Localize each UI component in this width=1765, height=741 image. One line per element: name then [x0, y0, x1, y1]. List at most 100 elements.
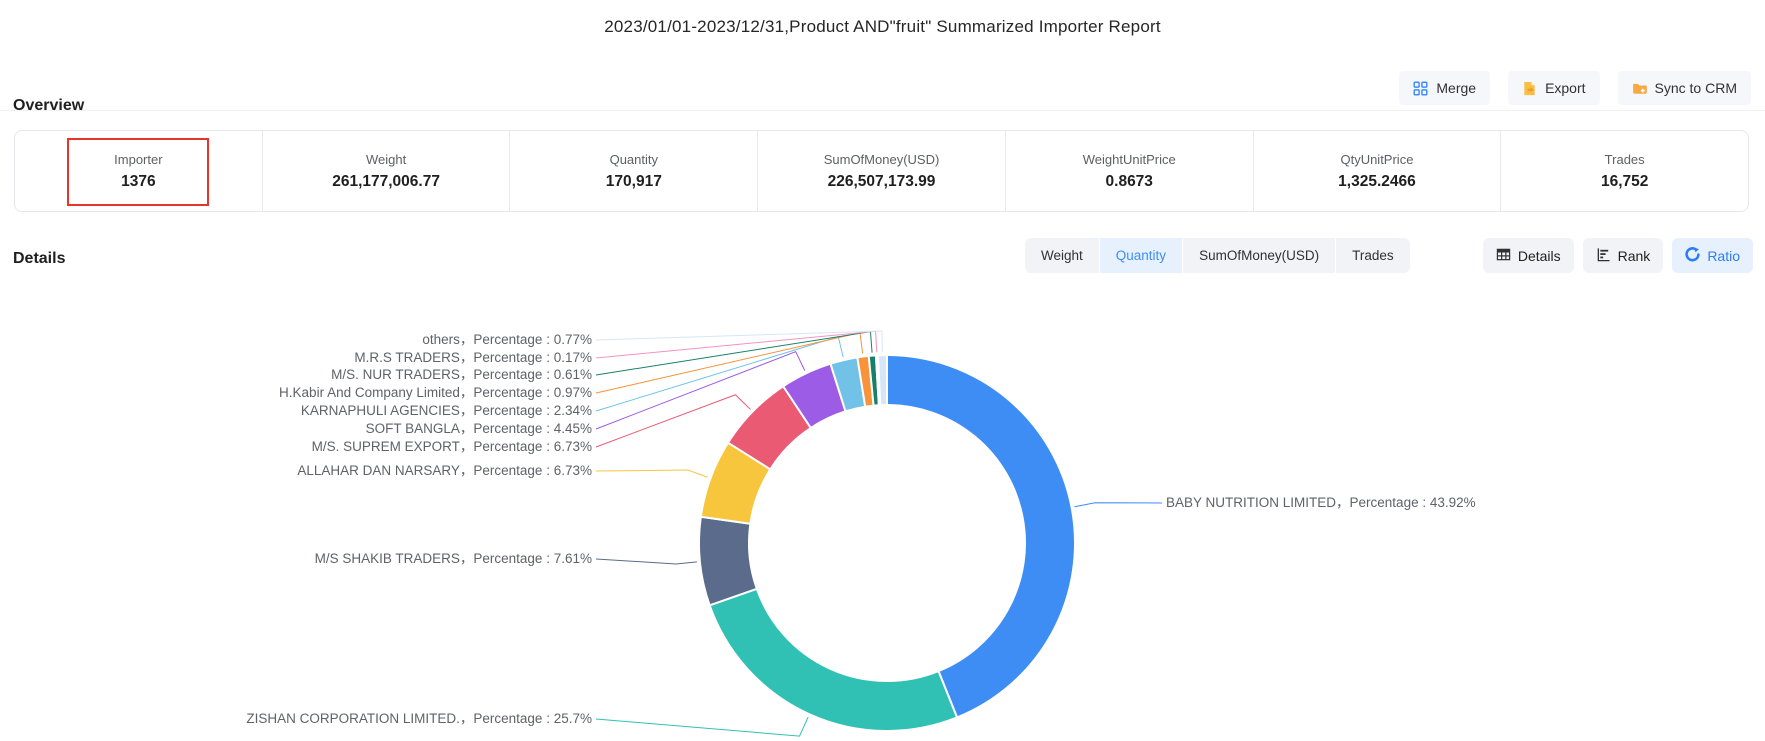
tab-label: Quantity [1116, 248, 1166, 263]
pie-label-name: ZISHAN CORPORATION LIMITED. [246, 711, 460, 726]
tab-label: Weight [1041, 248, 1083, 263]
stat-sumofmoney-usd: SumOfMoney(USD) 226,507,173.99 [758, 131, 1006, 211]
pie-label-separator: ， [460, 385, 474, 400]
pie-label-suffix: % [580, 421, 592, 436]
pie-label-baby-nutrition-limited: BABY NUTRITION LIMITED，Percentage : 43.9… [1166, 494, 1476, 512]
pie-leader-line [596, 717, 808, 736]
pie-label-suffix: % [1464, 495, 1476, 510]
view-button-label: Details [1518, 248, 1561, 264]
pie-leader-line [596, 395, 750, 447]
export-button[interactable]: Export [1508, 71, 1599, 105]
pie-label-separator: ， [460, 439, 474, 454]
overview-card: Importer 1376 Weight 261,177,006.77 Quantity… [14, 130, 1749, 212]
tab-trades[interactable]: Trades [1336, 238, 1410, 273]
pie-label-prefix: Percentage : [473, 711, 553, 726]
pie-label-separator: ， [460, 350, 474, 365]
pie-label-value: 0.17 [554, 350, 580, 365]
pie-label-h-kabir-and-company-limited: H.Kabir And Company Limited，Percentage :… [279, 384, 592, 402]
pie-label-name: M/S. NUR TRADERS [331, 367, 460, 382]
pie-leader-line [596, 470, 708, 477]
details-heading: Details [13, 250, 65, 268]
page-title: 2023/01/01-2023/12/31,Product AND"fruit"… [0, 17, 1765, 37]
pie-leader-line [596, 559, 697, 564]
overview-actions: Merge Export Sync to CRM [1399, 71, 1751, 105]
pie-label-separator: ， [460, 463, 474, 478]
stat-label: QtyUnitPrice [1340, 152, 1413, 167]
pie-label-suffix: % [580, 350, 592, 365]
view-button-label: Rank [1618, 248, 1651, 264]
stat-weightunitprice: WeightUnitPrice0.8673 [1006, 131, 1254, 211]
pie-label-separator: ， [460, 403, 474, 418]
pie-slice-zishan-corporation-limited[interactable] [710, 589, 957, 731]
pie-label-value: 43.92 [1430, 495, 1464, 510]
pie-label-name: ALLAHAR DAN NARSARY [297, 463, 460, 478]
pie-label-suffix: % [580, 439, 592, 454]
pie-label-separator: ， [1336, 495, 1350, 510]
pie-label-prefix: Percentage : [473, 463, 553, 478]
table-icon [1496, 247, 1511, 265]
pie-label-value: 6.73 [554, 463, 580, 478]
pie-label-name: M.R.S TRADERS [354, 350, 460, 365]
rank-button[interactable]: Rank [1583, 238, 1664, 273]
view-button-label: Ratio [1707, 248, 1740, 264]
pie-label-suffix: % [580, 332, 592, 347]
pie-label-prefix: Percentage : [473, 403, 553, 418]
metric-tabs: Weight Quantity SumOfMoney(USD) Trades [1025, 238, 1410, 273]
pie-label-prefix: Percentage : [473, 350, 553, 365]
stat-value: 1,325.2466 [1338, 173, 1416, 191]
rank-icon [1596, 247, 1611, 265]
stat-weight: Weight 261,177,006.77 [263, 131, 511, 211]
pie-leader-line [596, 331, 882, 352]
merge-icon [1413, 81, 1428, 96]
tab-quantity[interactable]: Quantity [1100, 238, 1182, 273]
stat-label: SumOfMoney(USD) [824, 152, 940, 167]
pie-label-separator: ， [460, 711, 474, 726]
sync-crm-icon [1632, 81, 1647, 96]
pie-label-m-s-suprem-export: M/S. SUPREM EXPORT，Percentage : 6.73% [312, 438, 592, 456]
details-button[interactable]: Details [1483, 238, 1574, 273]
pie-slice-baby-nutrition-limited[interactable] [887, 355, 1075, 717]
pie-label-m-s-shakib-traders: M/S SHAKIB TRADERS，Percentage : 7.61% [315, 550, 592, 568]
pie-label-value: 2.34 [554, 403, 580, 418]
ratio-button[interactable]: Ratio [1672, 238, 1753, 273]
ratio-icon [1685, 247, 1700, 265]
tab-label: SumOfMoney(USD) [1199, 248, 1319, 263]
pie-label-suffix: % [580, 367, 592, 382]
pie-leader-line [596, 331, 877, 358]
tab-weight[interactable]: Weight [1025, 238, 1099, 273]
stat-label: Weight [366, 152, 406, 167]
pie-label-suffix: % [580, 403, 592, 418]
overview-heading: Overview [13, 97, 84, 115]
pie-label-separator: ， [460, 332, 474, 347]
stat-quantity: Quantity170,917 [510, 131, 758, 211]
pie-label-prefix: Percentage : [473, 421, 553, 436]
pie-label-name: H.Kabir And Company Limited [279, 385, 460, 400]
merge-button[interactable]: Merge [1399, 71, 1490, 105]
tab-sumofmoney-usd[interactable]: SumOfMoney(USD) [1183, 238, 1335, 273]
stat-label: Importer [114, 152, 162, 167]
pie-leader-line [1075, 503, 1162, 507]
stat-value: 1376 [121, 173, 155, 191]
pie-label-prefix: Percentage : [473, 551, 553, 566]
pie-slice-others[interactable] [878, 355, 887, 405]
section-divider [0, 110, 1765, 111]
sync-to-crm-button[interactable]: Sync to CRM [1618, 71, 1751, 105]
pie-label-separator: ， [460, 421, 474, 436]
pie-label-soft-bangla: SOFT BANGLA，Percentage : 4.45% [366, 420, 592, 438]
pie-slice-m-s-shakib-traders[interactable] [699, 517, 757, 606]
pie-label-value: 7.61 [554, 551, 580, 566]
pie-label-name: M/S. SUPREM EXPORT [312, 439, 460, 454]
stat-value: 0.8673 [1106, 173, 1153, 191]
pie-label-prefix: Percentage : [473, 385, 553, 400]
stat-value: 226,507,173.99 [828, 173, 936, 191]
action-button-label: Export [1545, 80, 1585, 96]
pie-label-name: others [422, 332, 460, 347]
stat-value: 261,177,006.77 [332, 173, 440, 191]
pie-label-prefix: Percentage : [1350, 495, 1430, 510]
pie-label-m-s-nur-traders: M/S. NUR TRADERS，Percentage : 0.61% [331, 366, 592, 384]
tab-label: Trades [1352, 248, 1394, 263]
pie-label-name: KARNAPHULI AGENCIES [301, 403, 460, 418]
page: { "page": { "title": "2023/01/01-2023/12… [0, 0, 1765, 741]
pie-label-value: 25.7 [554, 711, 580, 726]
pie-label-zishan-corporation-limited: ZISHAN CORPORATION LIMITED.，Percentage :… [246, 710, 592, 728]
